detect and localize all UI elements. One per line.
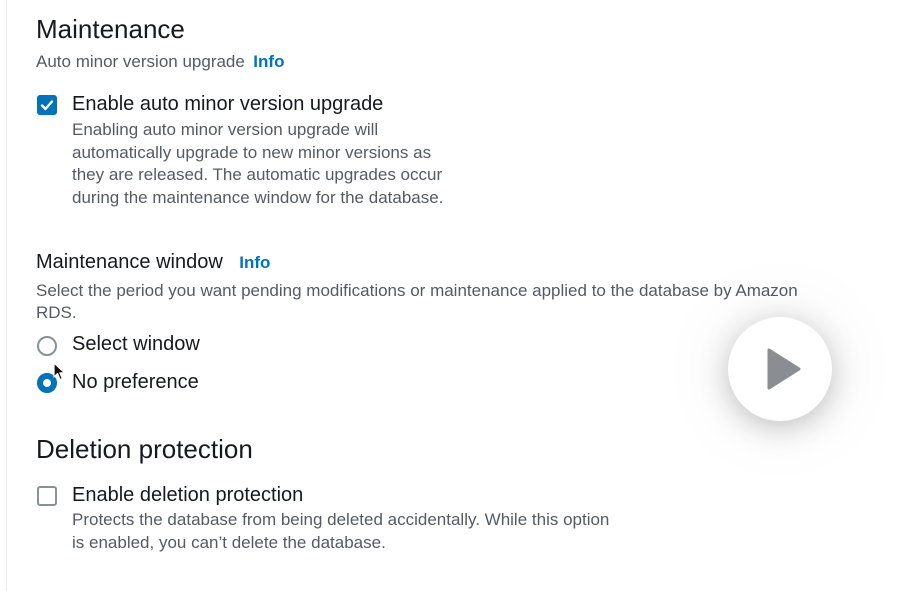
auto-upgrade-subtitle-row: Auto minor version upgrade Info bbox=[36, 52, 284, 72]
auto-upgrade-checkbox[interactable] bbox=[37, 95, 57, 115]
deletion-protection-label[interactable]: Enable deletion protection bbox=[72, 484, 303, 507]
no-preference-label[interactable]: No preference bbox=[72, 371, 199, 394]
select-window-label[interactable]: Select window bbox=[72, 333, 200, 356]
deletion-protection-heading: Deletion protection bbox=[36, 434, 253, 464]
auto-upgrade-desc-line: automatically upgrade to new minor versi… bbox=[72, 142, 432, 162]
mouse-pointer-icon bbox=[53, 362, 66, 381]
panel-left-border bbox=[6, 0, 7, 591]
auto-upgrade-subtitle: Auto minor version upgrade bbox=[36, 52, 245, 71]
window-desc-line: RDS. bbox=[36, 303, 77, 322]
auto-upgrade-info-link[interactable]: Info bbox=[253, 52, 284, 71]
auto-upgrade-desc-line: during the maintenance window for the da… bbox=[72, 187, 444, 207]
maintenance-window-info-link[interactable]: Info bbox=[239, 253, 270, 272]
maintenance-window-title: Maintenance window bbox=[36, 251, 223, 273]
auto-upgrade-desc-line: Enabling auto minor version upgrade will bbox=[72, 120, 379, 139]
window-desc-line: Select the period you want pending modif… bbox=[36, 281, 798, 300]
deletion-protection-description: Protects the database from being deleted… bbox=[72, 509, 609, 554]
select-window-radio[interactable] bbox=[37, 336, 57, 356]
deletion-protection-checkbox[interactable] bbox=[37, 486, 57, 506]
play-icon bbox=[767, 348, 801, 390]
check-icon bbox=[40, 100, 54, 111]
deletion-desc-line: Protects the database from being deleted… bbox=[72, 510, 610, 529]
play-button[interactable] bbox=[728, 317, 832, 421]
deletion-desc-line: is enabled, you can’t delete the databas… bbox=[72, 532, 386, 552]
maintenance-window-title-row: Maintenance window Info bbox=[36, 251, 270, 274]
auto-upgrade-desc-line: they are released. The automatic upgrade… bbox=[72, 165, 443, 184]
auto-upgrade-description: Enabling auto minor version upgrade will… bbox=[72, 119, 443, 209]
auto-upgrade-label[interactable]: Enable auto minor version upgrade bbox=[72, 93, 383, 116]
maintenance-heading: Maintenance bbox=[36, 14, 185, 44]
maintenance-window-description: Select the period you want pending modif… bbox=[36, 280, 798, 324]
